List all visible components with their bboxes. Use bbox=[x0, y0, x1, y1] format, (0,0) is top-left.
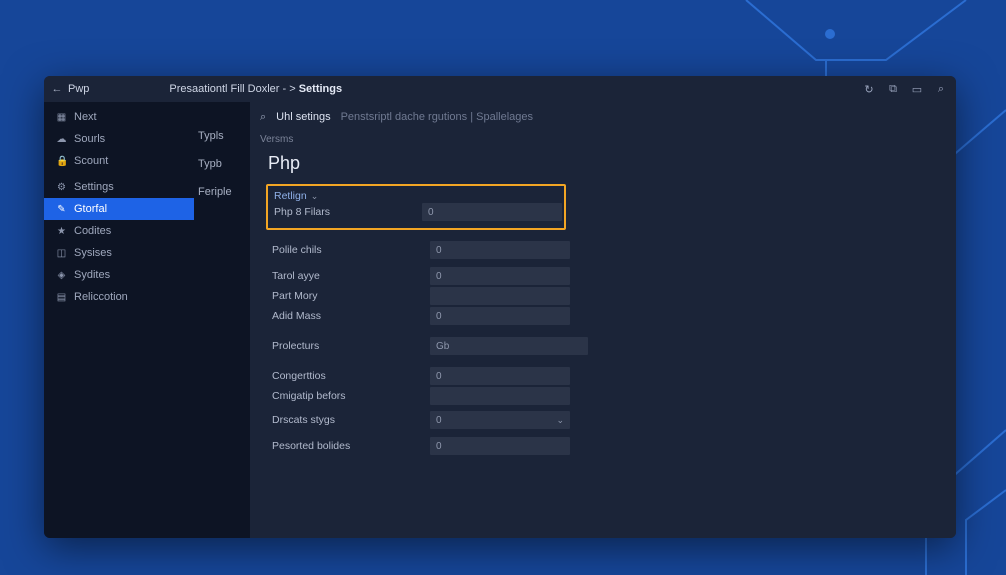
form-row: Polile chils bbox=[266, 240, 946, 260]
box-icon: ◫ bbox=[56, 248, 67, 259]
sidebar-item-scount[interactable]: 🔒 Scount bbox=[44, 150, 194, 172]
form-row: Prolecturs bbox=[266, 336, 946, 356]
breadcrumb-current: Settings bbox=[299, 83, 342, 95]
field-label: Drscats stygs bbox=[266, 414, 430, 426]
field-label-php8filars: Php 8 Filars bbox=[268, 206, 422, 218]
sidebar-item-gtorfal[interactable]: ✎ Gtorfal bbox=[44, 198, 194, 220]
subcol-item-typb[interactable]: Typb bbox=[194, 158, 250, 170]
cloud-icon: ☁ bbox=[56, 134, 67, 145]
sidebar-item-label: Codites bbox=[74, 225, 111, 237]
sidebar-item-label: Sydites bbox=[74, 269, 110, 281]
form-row: Adid Mass bbox=[266, 306, 946, 326]
sidebar: ▦ Next ☁ Sourls 🔒 Scount ⚙ Settings ✎ Gtorfal ★ Cod… bbox=[44, 102, 194, 538]
sidebar-item-sourls[interactable]: ☁ Sourls bbox=[44, 128, 194, 150]
form-row: Pesorted bolides bbox=[266, 436, 946, 456]
field-input[interactable] bbox=[430, 367, 570, 385]
field-input[interactable] bbox=[430, 337, 588, 355]
sidebar-subcolumn: Typls Typb Feriple bbox=[194, 102, 250, 538]
app-window: ← Pwp Presaationtl Fill Doxler - > Setti… bbox=[44, 76, 956, 538]
search-icon[interactable]: ⌕ bbox=[260, 111, 266, 124]
tab-uhl-settings[interactable]: Uhl setings bbox=[276, 111, 330, 123]
form-row: Cmigatip befors bbox=[266, 386, 946, 406]
copy-icon[interactable]: ⧉ bbox=[886, 82, 900, 96]
subcol-item-typls[interactable]: Typls bbox=[194, 130, 250, 142]
field-label: Congerttios bbox=[266, 370, 430, 382]
title-icons: ↻ ⧉ ▭ ⌕ bbox=[862, 82, 948, 96]
field-input[interactable] bbox=[430, 437, 570, 455]
star-icon: ★ bbox=[56, 226, 67, 237]
toolbar: ⌕ Uhl setings Penstsriptl dache rgutions… bbox=[250, 102, 956, 132]
form-row: Part Mory bbox=[266, 286, 946, 306]
field-input[interactable] bbox=[430, 287, 570, 305]
breadcrumb: Presaationtl Fill Doxler - > Settings bbox=[169, 83, 342, 95]
sidebar-item-label: Sourls bbox=[74, 133, 105, 145]
sidebar-item-label: Settings bbox=[74, 181, 114, 193]
sidebar-item-settings[interactable]: ⚙ Settings bbox=[44, 176, 194, 198]
tab-secondary[interactable]: Penstsriptl dache rgutions | Spallelages bbox=[341, 111, 533, 123]
form-row: Tarol ayye bbox=[266, 266, 946, 286]
sidebar-item-label: Sysises bbox=[74, 247, 112, 259]
field-label: Polile chils bbox=[266, 244, 430, 256]
sidebar-item-sydites[interactable]: ◈ Sydites bbox=[44, 264, 194, 286]
sidebar-item-label: Scount bbox=[74, 155, 108, 167]
titlebar: ← Pwp Presaationtl Fill Doxler - > Setti… bbox=[44, 76, 956, 102]
field-input-php8filars[interactable] bbox=[422, 203, 562, 221]
field-label: Adid Mass bbox=[266, 310, 430, 322]
form-row: Congerttios bbox=[266, 366, 946, 386]
sidebar-item-label: Reliccotion bbox=[74, 291, 128, 303]
field-input[interactable] bbox=[430, 307, 570, 325]
sidebar-item-next[interactable]: ▦ Next bbox=[44, 106, 194, 128]
back-label: Pwp bbox=[68, 83, 89, 95]
sidebar-item-label: Gtorfal bbox=[74, 203, 107, 215]
field-label: Part Mory bbox=[266, 290, 430, 302]
subcol-item-feriple[interactable]: Feriple bbox=[194, 186, 250, 198]
form: Retlign ⌄ Php 8 Filars Polile chils Tarol… bbox=[266, 184, 946, 456]
bookmark-icon: ◈ bbox=[56, 270, 67, 281]
field-select[interactable]: 0⌄ bbox=[430, 411, 570, 429]
field-label: Cmigatip befors bbox=[266, 390, 430, 402]
sidebar-item-reliccotion[interactable]: ▤ Reliccotion bbox=[44, 286, 194, 308]
main-panel: ⌕ Uhl setings Penstsriptl dache rgutions… bbox=[250, 102, 956, 538]
refresh-icon[interactable]: ↻ bbox=[862, 82, 876, 96]
sliders-icon: ⚙ bbox=[56, 182, 67, 193]
back-arrow-icon[interactable]: ← bbox=[50, 83, 64, 95]
sidebar-item-label: Next bbox=[74, 111, 97, 123]
lock-icon: 🔒 bbox=[56, 156, 67, 167]
field-input[interactable] bbox=[430, 387, 570, 405]
grid-icon: ▦ bbox=[56, 112, 67, 123]
field-input[interactable] bbox=[430, 267, 570, 285]
field-input[interactable] bbox=[430, 241, 570, 259]
section-crumb: Versms bbox=[250, 132, 956, 151]
pencil-icon: ✎ bbox=[56, 204, 67, 215]
highlight-box: Retlign ⌄ Php 8 Filars bbox=[266, 184, 566, 230]
field-label: Prolecturs bbox=[266, 340, 430, 352]
chevron-down-icon: ⌄ bbox=[556, 415, 564, 426]
breadcrumb-prefix: Presaationtl Fill Doxler - > bbox=[169, 83, 295, 95]
search-icon[interactable]: ⌕ bbox=[934, 82, 948, 96]
page-title: Php bbox=[268, 153, 946, 174]
field-label: Pesorted bolides bbox=[266, 440, 430, 452]
chevron-down-icon: ⌄ bbox=[311, 191, 319, 202]
tiles-icon: ▤ bbox=[56, 292, 67, 303]
retlign-toggle[interactable]: Retlign ⌄ bbox=[268, 190, 562, 202]
content: Php Retlign ⌄ Php 8 Filars Polile chils T… bbox=[250, 151, 956, 538]
form-row: Drscats stygs0⌄ bbox=[266, 410, 946, 430]
sidebar-item-codites[interactable]: ★ Codites bbox=[44, 220, 194, 242]
rect-icon[interactable]: ▭ bbox=[910, 82, 924, 96]
field-label: Tarol ayye bbox=[266, 270, 430, 282]
sidebar-item-sysises[interactable]: ◫ Sysises bbox=[44, 242, 194, 264]
